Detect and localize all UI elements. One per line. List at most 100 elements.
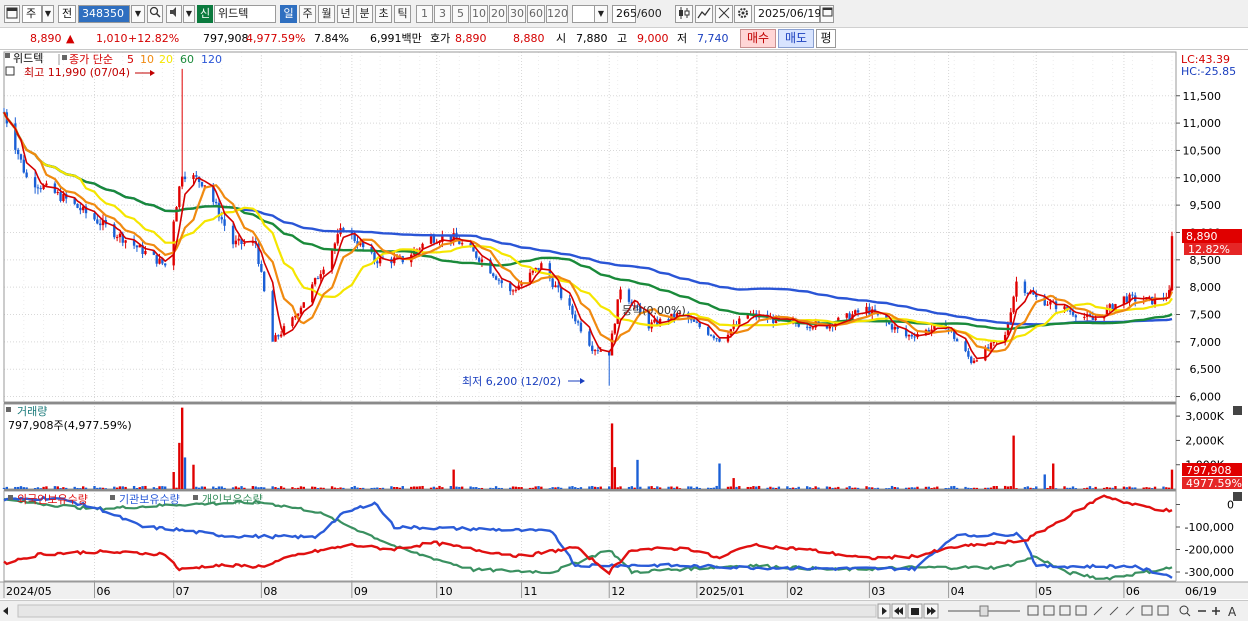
- candle-body: [279, 334, 283, 337]
- candle-body: [475, 251, 478, 258]
- candle-body: [36, 187, 40, 189]
- ask-price: 8,890: [455, 32, 487, 45]
- prev-button[interactable]: 전: [58, 5, 76, 23]
- candle-body: [93, 213, 96, 220]
- candle-body: [195, 175, 198, 177]
- stock-code-input[interactable]: 348350: [78, 5, 130, 23]
- candle-body: [972, 360, 976, 363]
- candle-body: [262, 271, 266, 292]
- bar-count-input[interactable]: 265: [612, 5, 637, 23]
- candle-body: [574, 314, 577, 322]
- volume-bar: [1066, 487, 1069, 489]
- font-size-icon[interactable]: A: [1228, 605, 1237, 619]
- interval-tab-6[interactable]: 60: [527, 5, 545, 23]
- period-tab-5[interactable]: 초: [375, 5, 392, 23]
- shin-button[interactable]: 신: [197, 5, 213, 23]
- chart-area[interactable]: 11,50011,00010,50010,0009,5009,0008,5008…: [0, 50, 1248, 600]
- period-tab-1[interactable]: 주: [299, 5, 316, 23]
- date-input[interactable]: 2025/06/19: [754, 5, 821, 23]
- volume-bar: [848, 486, 851, 489]
- volume-bar: [1091, 488, 1095, 489]
- volume-pct-flag-text: 4977.59%: [1186, 477, 1242, 490]
- x-last-label: 06/19: [1185, 585, 1217, 598]
- volume-bar: [477, 488, 481, 489]
- volume-bar: [330, 486, 334, 489]
- stock-name-field[interactable]: 위드텍: [214, 5, 276, 23]
- panel-close-icon[interactable]: [1233, 406, 1242, 415]
- speaker-icon[interactable]: [166, 5, 182, 23]
- candle-body: [593, 350, 597, 352]
- search-icon[interactable]: [147, 5, 163, 23]
- period-tab-3[interactable]: 년: [337, 5, 354, 23]
- rewind-icon[interactable]: [891, 603, 907, 619]
- interval-tab-5[interactable]: 30: [508, 5, 526, 23]
- volume-bar: [141, 486, 144, 489]
- volume-bar: [1071, 486, 1075, 489]
- speaker-dropdown-icon[interactable]: ▼: [183, 5, 195, 23]
- candle-body: [511, 290, 515, 292]
- calendar-icon[interactable]: [820, 5, 834, 23]
- interval-tab-7[interactable]: 120: [546, 5, 568, 23]
- crosshair-icon[interactable]: [715, 5, 733, 23]
- period-tab-4[interactable]: 분: [356, 5, 373, 23]
- volume-bar: [749, 486, 752, 489]
- code-dropdown-icon[interactable]: ▼: [131, 5, 145, 23]
- volume-bar: [1052, 463, 1055, 489]
- volume-bar: [548, 488, 552, 489]
- volume-bar: [718, 463, 721, 489]
- panel-close-icon[interactable]: [1233, 492, 1242, 501]
- candle-body: [220, 217, 223, 220]
- scroll-left-icon[interactable]: [3, 607, 8, 615]
- market-dropdown-icon[interactable]: ▼: [42, 5, 54, 23]
- gear-icon[interactable]: [734, 5, 752, 23]
- period-tab-0[interactable]: 일: [280, 5, 297, 23]
- volume-bar: [152, 487, 156, 489]
- period-tab-6[interactable]: 틱: [394, 5, 411, 23]
- volume-bar: [557, 486, 560, 489]
- fast-forward-icon[interactable]: [923, 603, 939, 619]
- zoom-out-icon[interactable]: [1179, 605, 1191, 617]
- volume-bar: [455, 486, 458, 489]
- line-tool-icon: [697, 7, 711, 19]
- interval-dropdown-icon[interactable]: ▼: [594, 5, 608, 23]
- scroll-right-icon[interactable]: [877, 603, 891, 619]
- volume-bar: [828, 486, 831, 489]
- volume-bar: [746, 486, 749, 489]
- price-change: 1,010: [96, 32, 128, 45]
- sell-button[interactable]: 매도: [778, 29, 814, 48]
- candle-body: [480, 259, 484, 262]
- hoga-label: 호가: [430, 32, 451, 45]
- plus-icon[interactable]: [1212, 607, 1220, 615]
- candle-type-icon[interactable]: [675, 5, 693, 23]
- candle-body: [1023, 281, 1027, 294]
- volume-bar: [161, 486, 164, 489]
- volume-bar: [755, 486, 758, 489]
- eval-button[interactable]: 평: [816, 29, 836, 48]
- interval-tab-0[interactable]: 1: [416, 5, 433, 23]
- draw-tool-icon[interactable]: [695, 5, 713, 23]
- volume-bar: [554, 487, 557, 489]
- volume-bar: [36, 487, 40, 489]
- scrollbar-track[interactable]: [17, 604, 877, 618]
- chart-settings-icon[interactable]: [4, 5, 20, 23]
- candle-body: [223, 219, 226, 226]
- zoom-slider[interactable]: [948, 605, 1020, 617]
- stop-icon[interactable]: [907, 603, 923, 619]
- market-select[interactable]: 주: [22, 5, 42, 23]
- volume-bar: [647, 486, 650, 489]
- volume-bar: [904, 487, 908, 489]
- interval-tab-4[interactable]: 20: [489, 5, 507, 23]
- bid-price: 8,880: [513, 32, 545, 45]
- volume-bar: [738, 486, 741, 489]
- interval-tab-3[interactable]: 10: [470, 5, 488, 23]
- volume-bar: [475, 487, 478, 489]
- interval-tab-1[interactable]: 3: [434, 5, 451, 23]
- volume-bar: [81, 486, 85, 489]
- volume-bar: [294, 488, 297, 489]
- interval-tab-2[interactable]: 5: [452, 5, 469, 23]
- volume-bar: [845, 487, 848, 489]
- volume-bar: [551, 487, 554, 489]
- period-tab-2[interactable]: 월: [318, 5, 335, 23]
- buy-button[interactable]: 매수: [740, 29, 776, 48]
- layout-icons[interactable]: [1027, 605, 1169, 616]
